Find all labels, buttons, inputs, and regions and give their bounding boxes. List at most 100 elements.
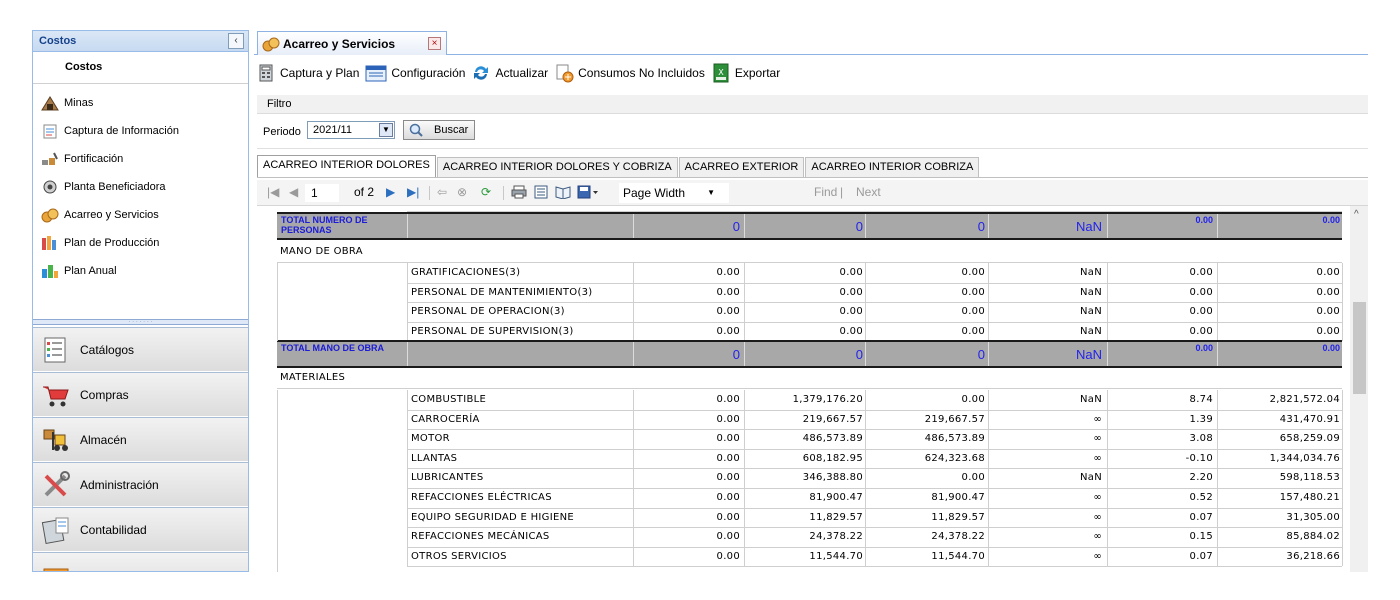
table-cell: 0.00 (961, 267, 985, 278)
find-link[interactable]: Find (814, 185, 837, 199)
refresh-report-icon[interactable]: ⟳ (481, 185, 491, 199)
page-number-input[interactable]: 1 (305, 184, 339, 202)
table-cell: 24,378.22 (809, 531, 863, 543)
personas-total-value: 0.00 (1322, 215, 1340, 225)
first-page-icon[interactable]: |◀ (267, 185, 279, 199)
export-save-icon[interactable] (577, 185, 599, 202)
section-compras[interactable]: Compras (33, 372, 248, 416)
report-tabs: ACARREO INTERIOR DOLORES ACARREO INTERIO… (257, 155, 1368, 178)
table-cell: 157,480.21 (1279, 492, 1340, 503)
configuracion-button[interactable]: Configuración (365, 63, 465, 83)
personas-total-value: 0 (977, 219, 985, 234)
vertical-scrollbar[interactable]: ^ (1350, 206, 1368, 572)
stop-icon[interactable]: ⊗ (457, 185, 467, 199)
row-label: PERSONAL DE SUPERVISION(3) (411, 325, 574, 337)
mano-obra-total-value: 0.00 (1322, 343, 1340, 353)
row-divider (407, 468, 1342, 470)
table-cell: ∞ (1093, 511, 1102, 523)
svg-text:X: X (718, 68, 724, 77)
table-cell: 2,821,572.04 (1269, 394, 1340, 405)
actualizar-button[interactable]: Actualizar (471, 63, 548, 83)
row-divider (407, 488, 1342, 489)
next-page-icon[interactable]: ▶ (386, 185, 395, 199)
table-cell: 486,573.89 (802, 433, 863, 445)
main-toolbar: Captura y Plan Configuración Actualizar … (256, 58, 1368, 88)
tab-acarreo-interior-dolores[interactable]: ACARREO INTERIOR DOLORES (257, 155, 436, 177)
refresh-icon (471, 63, 491, 83)
tab-acarreo-exterior[interactable]: ACARREO EXTERIOR (678, 157, 805, 177)
periodo-select[interactable]: 2021/11 ▼ (307, 121, 395, 139)
section-label: Catálogos (80, 342, 135, 357)
row-label: CARROCERÍA (411, 413, 480, 425)
captura-y-plan-button[interactable]: Captura y Plan (256, 63, 359, 83)
table-cell: 0.00 (961, 306, 985, 317)
column-divider (988, 263, 989, 341)
panel-splitter[interactable]: · · · · · · · (33, 319, 248, 325)
table-cell: ∞ (1093, 550, 1102, 562)
table-cell: 0.00 (839, 306, 863, 317)
hauling-icon (41, 207, 59, 223)
next-link[interactable]: Next (856, 185, 881, 199)
zoom-select[interactable]: Page Width ▼ (619, 183, 729, 203)
exportar-button[interactable]: X Exportar (711, 63, 780, 83)
column-divider (407, 214, 408, 238)
row-label: COMBUSTIBLE (411, 394, 487, 405)
collapse-panel-button[interactable]: ‹ (228, 33, 244, 49)
tab-acarreo-interior-cobriza[interactable]: ACARREO INTERIOR COBRIZA (805, 157, 980, 177)
sidebar-item-plan-de-produccion[interactable]: Plan de Producción (41, 233, 159, 253)
filter-header[interactable]: Filtro (257, 95, 1368, 114)
consumos-no-incluidos-button[interactable]: Consumos No Incluidos (554, 63, 705, 83)
sidebar-item-captura-de-informacion[interactable]: Captura de Información (41, 121, 179, 141)
personas-total-value: 0.00 (1195, 215, 1213, 225)
column-divider (988, 390, 989, 567)
section-more[interactable] (33, 552, 248, 571)
table-cell: 431,470.91 (1279, 413, 1340, 425)
actualizar-label: Actualizar (495, 66, 549, 80)
section-label: Almacén (80, 432, 127, 447)
tab-acarreo-interior-dolores-y-cobriza[interactable]: ACARREO INTERIOR DOLORES Y COBRIZA (436, 157, 678, 177)
section-administracion[interactable]: Administración (33, 462, 248, 506)
row-divider (407, 527, 1342, 529)
buscar-button[interactable]: Buscar (403, 120, 475, 140)
page-setup-icon[interactable] (555, 185, 571, 202)
sidebar-item-minas[interactable]: Minas (41, 93, 93, 113)
row-divider (407, 409, 1342, 411)
consumos-label: Consumos No Incluidos (578, 66, 705, 80)
mano-obra-total-label: TOTAL MANO DE OBRA (281, 343, 384, 353)
section-almacen[interactable]: Almacén (33, 417, 248, 461)
chevron-down-icon[interactable]: ▼ (379, 123, 393, 137)
sidebar-item-plan-anual[interactable]: Plan Anual (41, 261, 117, 281)
back-icon[interactable]: ⇦ (437, 185, 447, 199)
section-contabilidad[interactable]: Contabilidad (33, 507, 248, 551)
hauling-icon (262, 36, 280, 52)
sidebar-item-label: Captura de Información (64, 125, 179, 137)
last-page-icon[interactable]: ▶| (407, 185, 419, 199)
section-catalogos[interactable]: Catálogos (33, 327, 248, 371)
close-tab-button[interactable]: × (428, 37, 441, 50)
table-cell: 0.00 (716, 394, 740, 405)
row-label: LLANTAS (411, 452, 458, 464)
table-cell: 0.00 (961, 472, 985, 484)
plant-icon (41, 179, 59, 195)
scrollbar-thumb[interactable] (1353, 302, 1366, 394)
personas-total-value: 0 (855, 219, 863, 234)
tab-acarreo-y-servicios[interactable]: Acarreo y Servicios × (257, 31, 447, 55)
print-icon[interactable] (511, 185, 527, 202)
row-divider (407, 321, 1342, 323)
calculator-icon (256, 63, 276, 83)
column-divider (1107, 390, 1108, 567)
table-cell: NaN (1080, 472, 1102, 484)
column-divider (1342, 390, 1343, 567)
previous-page-icon[interactable]: ◀ (289, 185, 298, 199)
table-cell: ∞ (1093, 433, 1102, 445)
filter-row: Periodo 2021/11 ▼ Buscar (257, 117, 1368, 149)
sidebar-item-acarreo-y-servicios[interactable]: Acarreo y Servicios (41, 205, 159, 225)
scroll-up-icon[interactable]: ^ (1354, 209, 1359, 220)
table-cell: NaN (1080, 286, 1102, 298)
table-cell: 346,388.80 (802, 472, 863, 484)
column-divider (633, 390, 634, 567)
row-divider (407, 429, 1342, 431)
sidebar-item-planta-beneficiadora[interactable]: Planta Beneficiadora (41, 177, 166, 197)
sidebar-item-fortificacion[interactable]: Fortificación (41, 149, 123, 169)
print-layout-icon[interactable] (533, 185, 549, 202)
